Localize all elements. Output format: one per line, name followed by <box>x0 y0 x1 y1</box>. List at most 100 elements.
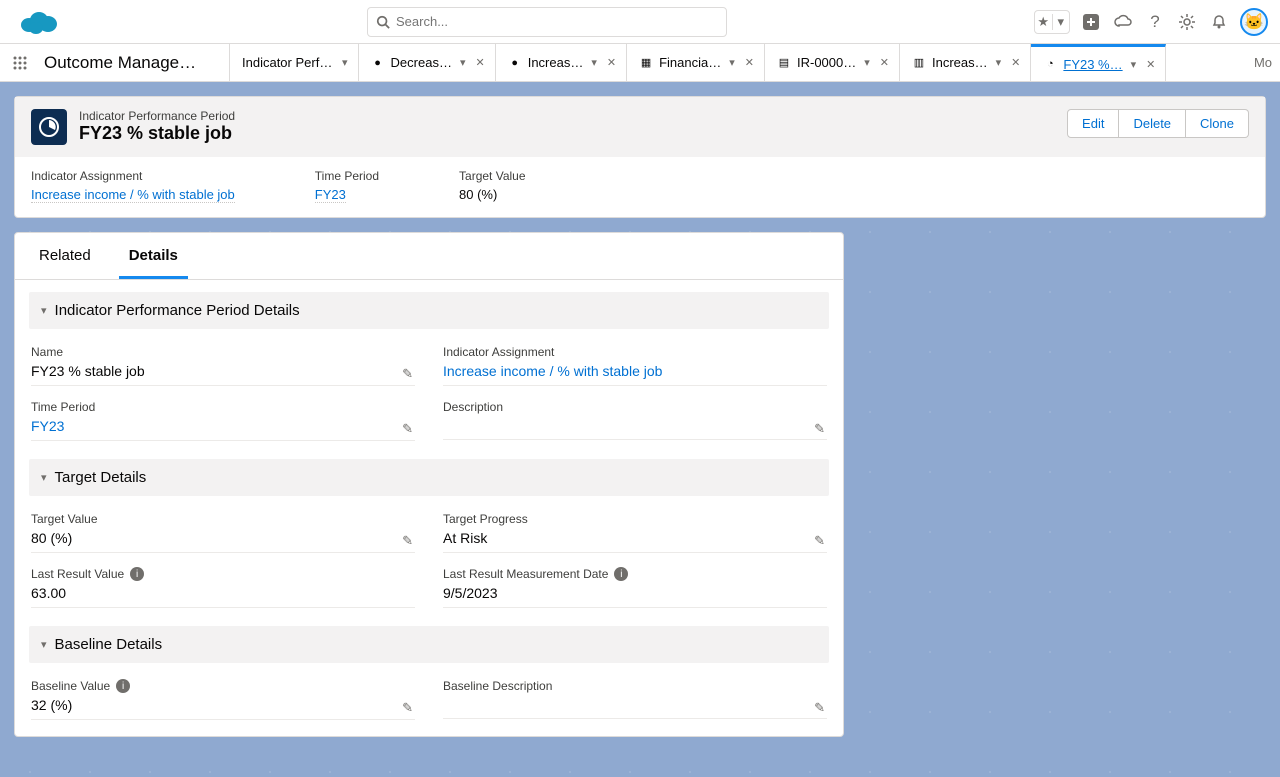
field-value: 9/5/2023 <box>443 585 827 608</box>
field-label: Target Progress <box>443 512 827 526</box>
highlight-label: Target Value <box>459 169 526 183</box>
nav-tab[interactable]: ◔FY23 %…▾✕ <box>1031 44 1166 81</box>
edit-pencil-icon[interactable]: ✎ <box>402 700 413 716</box>
search-icon <box>376 15 390 29</box>
field-value: At Risk <box>443 530 827 553</box>
user-avatar[interactable]: 🐱 <box>1240 8 1268 36</box>
edit-pencil-icon[interactable]: ✎ <box>814 700 825 716</box>
chevron-down-icon[interactable]: ▾ <box>727 56 737 69</box>
field-value-link[interactable]: FY23 <box>31 418 64 434</box>
field-label: Baseline Description <box>443 679 827 693</box>
notifications-button[interactable] <box>1208 11 1230 33</box>
tab-related[interactable]: Related <box>29 233 101 279</box>
field-value-link[interactable]: Increase income / % with stable job <box>443 363 662 379</box>
record-object-label: Indicator Performance Period <box>79 109 235 123</box>
info-icon[interactable]: i <box>116 679 130 693</box>
tab-type-icon: ● <box>371 56 385 70</box>
tab-details[interactable]: Details <box>119 233 188 279</box>
field-value: 32 (%) <box>31 697 415 720</box>
nav-tab[interactable]: ● Decreas… ▾ ✕ <box>359 44 496 81</box>
section-ipp-details[interactable]: ▾ Indicator Performance Period Details <box>29 292 829 329</box>
bell-icon <box>1211 14 1227 30</box>
favorites-button[interactable]: ★ ▾ <box>1034 10 1070 34</box>
close-icon[interactable]: ✕ <box>1144 58 1157 71</box>
close-icon[interactable]: ✕ <box>743 56 756 69</box>
field-label: Last Result Value i <box>31 567 415 581</box>
tab-type-icon: ▥ <box>912 56 926 70</box>
edit-button[interactable]: Edit <box>1067 109 1119 138</box>
salesforce-logo <box>18 8 60 36</box>
chevron-down-icon[interactable]: ▾ <box>1129 58 1139 71</box>
nav-tab[interactable]: ▤IR-0000…▾✕ <box>765 44 900 81</box>
delete-button[interactable]: Delete <box>1119 109 1186 138</box>
edit-pencil-icon[interactable]: ✎ <box>402 533 413 549</box>
tab-type-icon: ▤ <box>777 56 791 70</box>
field-label: Target Value <box>31 512 415 526</box>
app-launcher-button[interactable] <box>0 44 40 81</box>
section-target-details[interactable]: ▾ Target Details <box>29 459 829 496</box>
field-value <box>443 418 827 440</box>
global-search-input[interactable] <box>396 8 718 36</box>
detail-panel: Related Details ▾ Indicator Performance … <box>14 232 844 737</box>
gear-icon <box>1179 14 1195 30</box>
nav-tab[interactable]: Indicator Performance Pe… ▾ <box>230 44 359 81</box>
chevron-down-icon[interactable]: ▾ <box>458 56 468 69</box>
field-baseline-value: Baseline Value i 32 (%) ✎ <box>29 671 417 726</box>
global-actions: ★ ▾ ? 🐱 <box>1034 8 1268 36</box>
nav-tab[interactable]: ▥Increas…▾✕ <box>900 44 1031 81</box>
highlight-value-link[interactable]: Increase income / % with stable job <box>31 187 235 203</box>
avatar-img: 🐱 <box>1244 12 1264 32</box>
clone-button[interactable]: Clone <box>1186 109 1249 138</box>
plus-icon <box>1083 14 1099 30</box>
field-last-result-date: Last Result Measurement Date i 9/5/2023 <box>441 559 829 614</box>
close-icon[interactable]: ✕ <box>1009 56 1022 69</box>
close-icon[interactable]: ✕ <box>605 56 618 69</box>
field-baseline-description: Baseline Description ✎ <box>441 671 829 726</box>
tab-label: Decreas… <box>391 55 452 70</box>
edit-pencil-icon[interactable]: ✎ <box>402 366 413 382</box>
nav-tab[interactable]: ▦ Financia… ▾ ✕ <box>627 44 765 81</box>
tab-type-icon: ◔ <box>1043 57 1057 71</box>
edit-pencil-icon[interactable]: ✎ <box>814 421 825 437</box>
global-search[interactable] <box>367 7 727 37</box>
chevron-down-icon[interactable]: ▾ <box>862 56 872 69</box>
edit-pencil-icon[interactable]: ✎ <box>814 533 825 549</box>
field-value: FY23 % stable job <box>31 363 415 386</box>
field-label: Baseline Value i <box>31 679 415 693</box>
chevron-down-icon[interactable]: ▾ <box>340 56 350 69</box>
chevron-down-icon: ▾ <box>41 638 47 651</box>
edit-pencil-icon[interactable]: ✎ <box>402 421 413 437</box>
close-icon[interactable]: ✕ <box>473 56 486 69</box>
field-target-value: Target Value 80 (%) ✎ <box>29 504 417 559</box>
section-baseline-details[interactable]: ▾ Baseline Details <box>29 626 829 663</box>
waffle-icon <box>12 55 28 71</box>
info-icon[interactable]: i <box>614 567 628 581</box>
field-label: Time Period <box>31 400 415 414</box>
add-button[interactable] <box>1080 11 1102 33</box>
global-header: ★ ▾ ? 🐱 <box>0 0 1280 44</box>
info-icon[interactable]: i <box>130 567 144 581</box>
section-title: Indicator Performance Period Details <box>55 302 300 319</box>
tab-type-icon: ● <box>508 56 522 70</box>
field-label: Last Result Measurement Date i <box>443 567 827 581</box>
app-name: Outcome Manage… <box>40 44 230 81</box>
highlight-value-link[interactable]: FY23 <box>315 187 346 203</box>
highlight-value: 80 (%) <box>459 187 526 202</box>
more-tabs-button[interactable]: Mo <box>1246 44 1280 81</box>
field-last-result-value: Last Result Value i 63.00 <box>29 559 417 614</box>
section-title: Target Details <box>55 469 147 486</box>
nav-tab[interactable]: ●Increas…▾✕ <box>496 44 627 81</box>
tab-label: Indicator Performance Pe… <box>242 55 334 70</box>
page-background: Indicator Performance Period FY23 % stab… <box>0 82 1280 777</box>
tab-type-icon: ▦ <box>639 56 653 70</box>
salesforce-setup-button[interactable] <box>1112 11 1134 33</box>
field-time-period: Time Period FY23 ✎ <box>29 392 417 447</box>
help-button[interactable]: ? <box>1144 11 1166 33</box>
highlight-target-value: Target Value 80 (%) <box>459 169 526 203</box>
close-icon[interactable]: ✕ <box>878 56 891 69</box>
field-indicator-assignment: Indicator Assignment Increase income / %… <box>441 337 829 392</box>
chevron-down-icon[interactable]: ▾ <box>589 56 599 69</box>
setup-gear-button[interactable] <box>1176 11 1198 33</box>
chevron-down-icon[interactable]: ▾ <box>994 56 1004 69</box>
tab-label: Financia… <box>659 55 721 70</box>
